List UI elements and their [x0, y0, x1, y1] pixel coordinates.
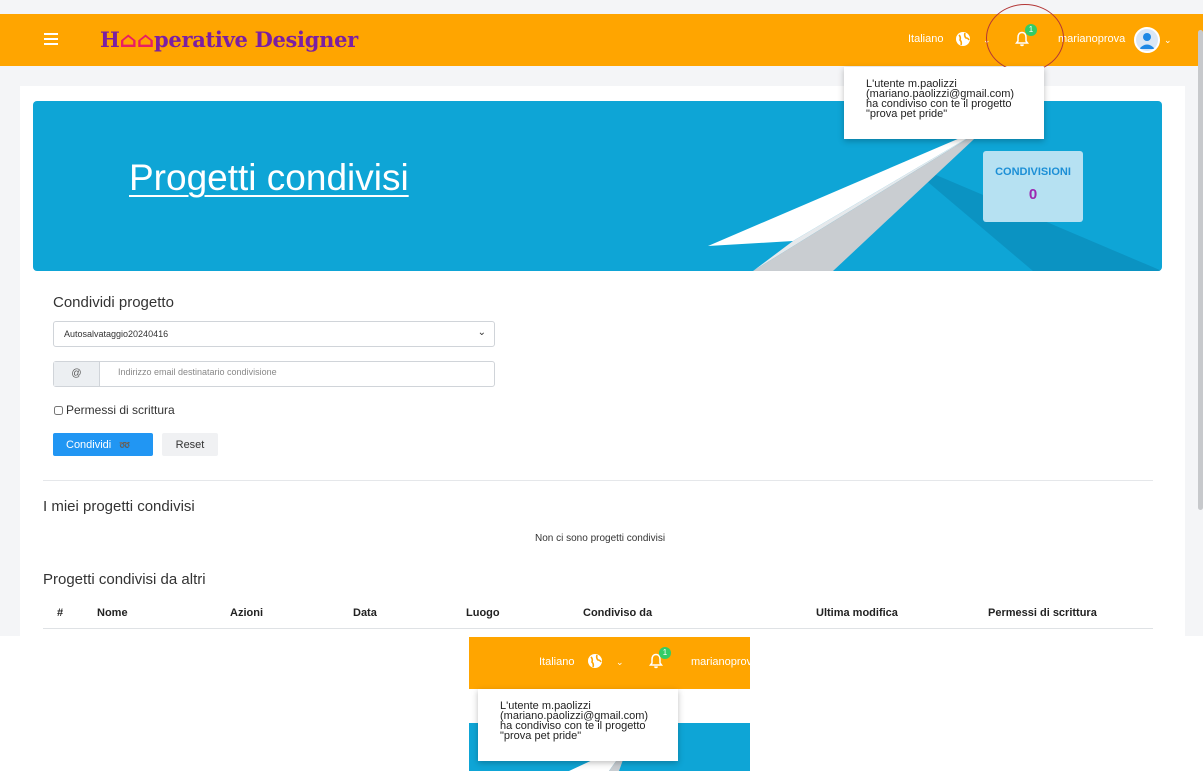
shared-by-others-title: Progetti condivisi da altri — [43, 571, 206, 588]
notification-popup[interactable]: L'utente m.paolizzi (mariano.paolizzi@gm… — [478, 689, 678, 761]
email-field[interactable]: @ — [53, 361, 495, 387]
column-header-place[interactable]: Luogo — [466, 607, 500, 619]
share-icon: ➿ — [119, 439, 131, 450]
username-label[interactable]: marianoprova — [1058, 33, 1125, 45]
column-header-last-modified[interactable]: Ultima modifica — [816, 607, 898, 619]
share-button-label: Condividi — [66, 438, 112, 451]
share-section-title: Condividi progetto — [53, 294, 174, 311]
my-shared-title: I miei progetti condivisi — [43, 498, 195, 515]
chevron-down-icon[interactable]: ⌄ — [616, 657, 624, 668]
notification-popup[interactable]: L'utente m.paolizzi (mariano.paolizzi@gm… — [844, 67, 1044, 139]
write-permission-label: Permessi di scrittura — [66, 403, 175, 417]
column-header-write-permissions[interactable]: Permessi di scrittura — [988, 607, 1097, 619]
username-label[interactable]: marianoprova — [691, 656, 750, 668]
page-title[interactable]: Progetti condivisi — [129, 157, 409, 199]
logo-house-glyphs: ⌂⌂ — [119, 27, 155, 52]
counter-value: 0 — [1028, 186, 1038, 203]
column-header-shared-by[interactable]: Condiviso da — [583, 607, 652, 619]
project-select[interactable]: Autosalvataggio20240416 ⌄ — [53, 321, 495, 347]
table-header-divider — [43, 628, 1153, 629]
shares-counter: CONDIVISIONI 0 — [983, 151, 1083, 222]
globe-icon[interactable] — [587, 653, 603, 669]
column-header-actions[interactable]: Azioni — [230, 607, 263, 619]
chevron-down-icon[interactable]: ⌄ — [1164, 35, 1172, 46]
notification-text: L'utente m.paolizzi (mariano.paolizzi@gm… — [500, 700, 649, 742]
notification-text: L'utente m.paolizzi (mariano.paolizzi@gm… — [866, 78, 1015, 120]
column-header-name[interactable]: Nome — [97, 607, 128, 619]
section-divider — [43, 480, 1153, 481]
write-permission-toggle[interactable] — [54, 406, 63, 415]
language-selector[interactable]: Italiano — [908, 33, 943, 45]
empty-state-message: Non ci sono progetti condivisi — [535, 533, 666, 544]
app-main-view: H⌂⌂perative Designer Italiano ⌄ 1 marian… — [0, 0, 1203, 636]
selected-project: Autosalvataggio20240416 — [64, 329, 169, 339]
globe-icon[interactable] — [955, 31, 971, 47]
chevron-down-icon: ⌄ — [477, 327, 486, 338]
email-input[interactable] — [118, 367, 418, 377]
highlight-circle — [986, 4, 1064, 72]
at-sign-prefix: @ — [54, 362, 100, 386]
app-logo[interactable]: H⌂⌂perative Designer — [100, 27, 358, 52]
write-permission-checkbox[interactable]: Permessi di scrittura — [54, 403, 175, 417]
zoomed-navbar: Italiano ⌄ 1 marianoprova — [469, 637, 750, 689]
page-scrollbar[interactable] — [1198, 30, 1203, 510]
notification-badge: 1 — [659, 647, 671, 659]
hamburger-menu-icon[interactable] — [44, 33, 58, 48]
share-button[interactable]: Condividi ➿ — [53, 433, 153, 456]
zoomed-inset: Italiano ⌄ 1 marianoprova L'utente m.pao… — [469, 637, 750, 771]
reset-button[interactable]: Reset — [162, 433, 218, 456]
counter-label: CONDIVISIONI — [995, 166, 1071, 178]
column-header-date[interactable]: Data — [353, 607, 377, 619]
user-avatar-icon[interactable] — [1134, 27, 1160, 53]
language-selector[interactable]: Italiano — [539, 656, 574, 668]
column-header-index[interactable]: # — [57, 607, 63, 619]
